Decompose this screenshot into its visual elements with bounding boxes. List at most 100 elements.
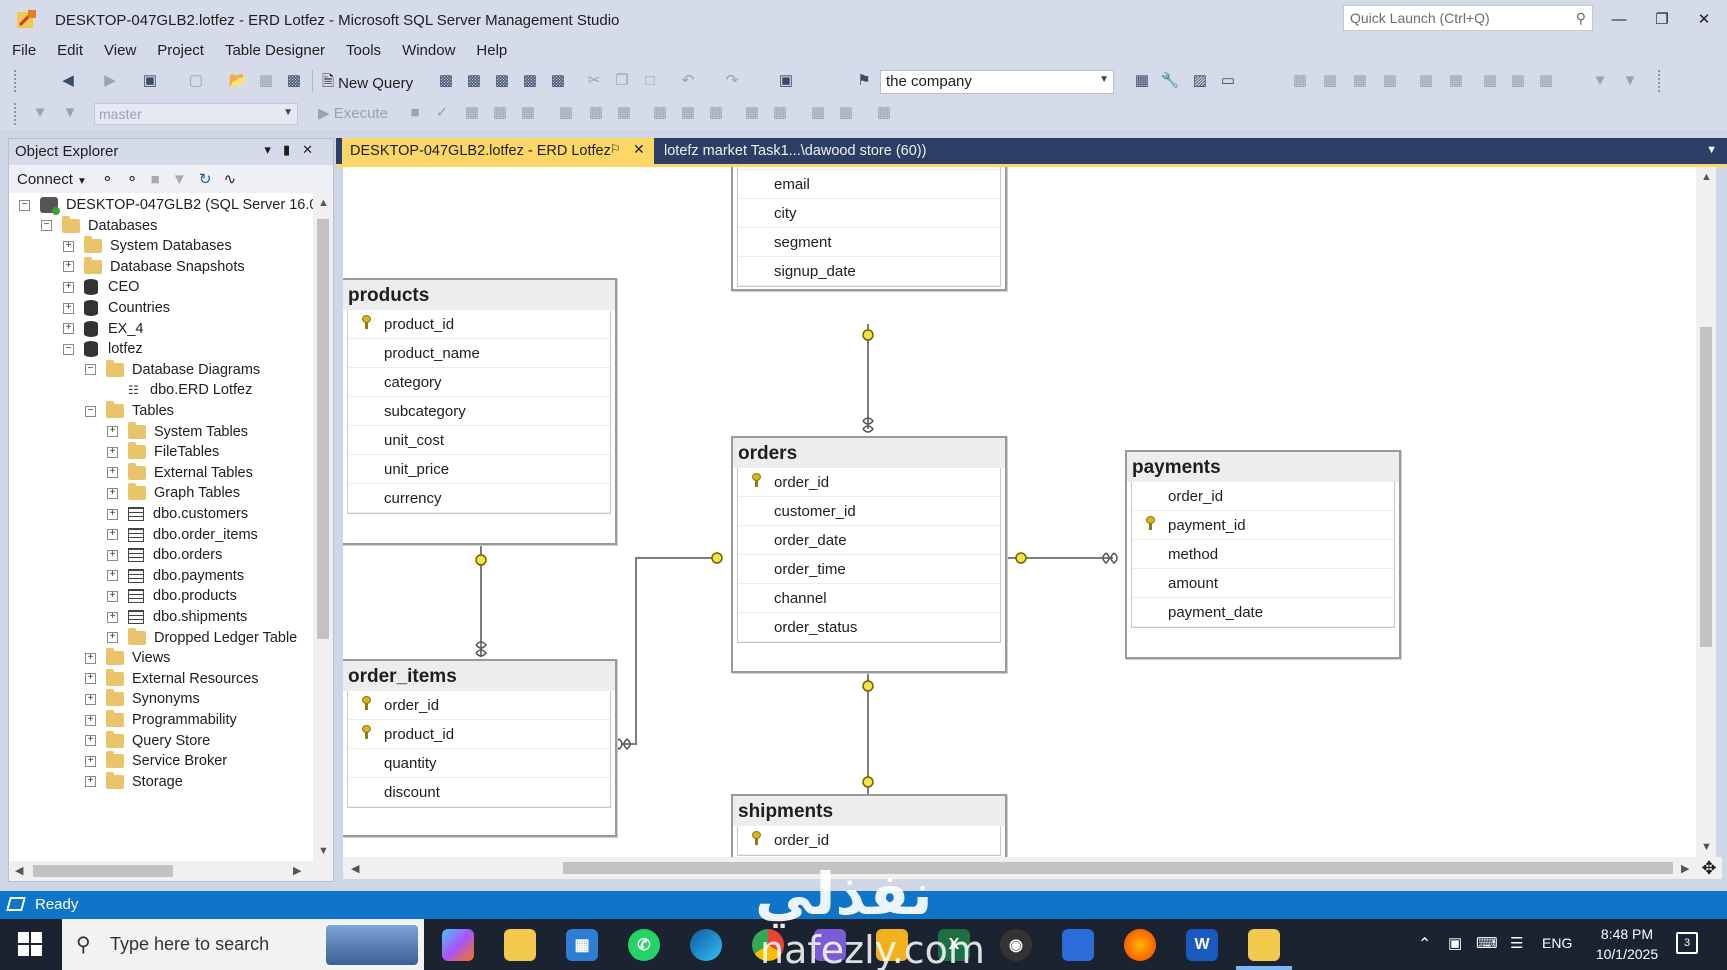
column-row[interactable]: channel [738, 584, 1000, 613]
notification-center-icon[interactable]: 3 [1676, 932, 1698, 954]
column-row[interactable]: unit_price [348, 455, 610, 484]
column-row[interactable]: order_time [738, 555, 1000, 584]
expand-icon[interactable]: + [107, 570, 118, 582]
column-row[interactable]: product_name [348, 339, 610, 368]
menu-tools[interactable]: Tools [346, 40, 392, 64]
redo-icon[interactable]: ↷ [722, 71, 742, 91]
new-query-button[interactable]: 🗎 New Query [322, 71, 413, 96]
menu-help[interactable]: Help [476, 40, 518, 64]
open-file-icon[interactable]: 📂 [228, 71, 248, 91]
column-row[interactable]: signup_date [738, 257, 1000, 286]
solution-explorer-icon[interactable]: ▦ [1132, 71, 1152, 91]
scroll-thumb[interactable] [33, 865, 173, 877]
column-row[interactable]: currency [348, 484, 610, 513]
tree-node[interactable]: + dbo.order_items [107, 524, 258, 546]
expand-icon[interactable]: + [107, 632, 118, 644]
edge-icon[interactable] [690, 929, 722, 961]
connect-plug-icon[interactable]: ⚬ [101, 171, 114, 188]
column-row[interactable]: city [738, 199, 1000, 228]
tree-node[interactable]: + EX_4 [63, 318, 143, 340]
tab-erd-lotfez[interactable]: DESKTOP-047GLB2.lotfez - ERD Lotfez ⚐ ✕ [342, 138, 654, 164]
available-databases-combo[interactable]: master ▼ [94, 103, 298, 125]
diagram-horizontal-scrollbar[interactable]: ◀ ▶ [343, 857, 1696, 879]
dmx-query-icon[interactable]: ▩ [492, 71, 512, 91]
microsoft-store-icon[interactable]: ▦ [566, 929, 598, 961]
tree-node[interactable]: − DESKTOP-047GLB2 (SQL Server 16.0.1 [19, 194, 314, 216]
database-engine-query-icon[interactable]: ▩ [436, 71, 456, 91]
column-row[interactable]: customer_id [738, 497, 1000, 526]
uncomment-icon[interactable]: ▦ [742, 103, 762, 123]
expand-icon[interactable]: + [63, 281, 74, 293]
table-view-icon[interactable]: ▦ [1380, 71, 1400, 91]
back-icon[interactable]: ◀ [58, 71, 78, 91]
object-explorer-horizontal-scrollbar[interactable]: ◀ ▶ [9, 861, 333, 881]
tree-node[interactable]: + FileTables [107, 441, 219, 463]
column-row[interactable]: quantity [348, 749, 610, 778]
taskbar-search-input[interactable]: ⚲ Type here to search [62, 919, 424, 970]
filter-icon[interactable]: ▼ [1590, 71, 1610, 91]
azure-data-studio-icon[interactable] [1062, 929, 1094, 961]
results-to-grid-icon[interactable]: ▦ [650, 103, 670, 123]
column-row[interactable]: method [1132, 540, 1394, 569]
restore-button[interactable]: ❐ [1644, 6, 1680, 32]
expand-icon[interactable]: + [63, 323, 74, 335]
column-row[interactable]: order_id [1132, 482, 1394, 511]
menu-view[interactable]: View [104, 40, 147, 64]
stop-icon[interactable]: ■ [405, 103, 425, 123]
toolbar-grip[interactable] [14, 103, 18, 125]
expand-icon[interactable]: + [107, 529, 118, 541]
indent-icon[interactable]: ▦ [770, 103, 790, 123]
tree-node[interactable]: + Database Snapshots [63, 256, 245, 278]
menu-edit[interactable]: Edit [57, 40, 94, 64]
stop-icon[interactable]: ■ [151, 171, 160, 188]
obs-icon[interactable]: ◉ [1000, 929, 1032, 961]
tree-node[interactable]: − Databases [41, 215, 157, 237]
table-shipments[interactable]: shipments order_id [731, 794, 1007, 857]
object-explorer-vertical-scrollbar[interactable]: ▲ ▼ [313, 193, 333, 861]
expand-icon[interactable]: + [63, 302, 74, 314]
tree-node[interactable]: + Query Store [85, 730, 210, 752]
expand-icon[interactable]: + [85, 776, 96, 788]
comment-icon[interactable]: ▦ [706, 103, 726, 123]
specify-values-icon[interactable]: ▦ [836, 103, 856, 123]
column-row[interactable]: unit_cost [348, 426, 610, 455]
navigation-move-icon[interactable]: ✥ [1696, 857, 1722, 879]
expand-icon[interactable]: + [107, 549, 118, 561]
language-indicator[interactable]: ENG [1542, 935, 1572, 951]
collapse-icon[interactable]: − [63, 343, 74, 355]
tab-list-dropdown-icon[interactable]: ▼ [1706, 144, 1717, 156]
align-center-icon[interactable]: ▦ [1508, 71, 1528, 91]
collapse-icon[interactable]: − [85, 364, 96, 376]
tree-node[interactable]: + Storage [85, 771, 183, 793]
scroll-down-icon[interactable]: ▼ [1701, 841, 1712, 853]
scroll-left-icon[interactable]: ◀ [15, 864, 23, 877]
column-row[interactable]: discount [348, 778, 610, 807]
display-plan-icon[interactable]: ▦ [462, 103, 482, 123]
include-plan-icon[interactable]: ▦ [556, 103, 576, 123]
client-stats-icon[interactable]: ▦ [586, 103, 606, 123]
tree-node[interactable]: + External Tables [107, 462, 253, 484]
connect-icon[interactable]: ▼ [30, 103, 50, 123]
expand-icon[interactable]: + [85, 693, 96, 705]
scroll-down-icon[interactable]: ▼ [318, 845, 329, 857]
table-products[interactable]: products product_id product_name category s… [343, 278, 617, 545]
input-method-icon[interactable]: ⌨ [1476, 934, 1498, 952]
copy-icon[interactable]: ❐ [612, 71, 632, 91]
tree-node[interactable]: + dbo.customers [107, 503, 248, 525]
activity-monitor-icon[interactable]: ∿ [224, 171, 237, 188]
tree-node[interactable]: + System Tables [107, 421, 248, 443]
relationship-icon[interactable]: ▦ [1416, 71, 1436, 91]
save-icon[interactable]: ▦ [256, 71, 276, 91]
toolbar-grip[interactable] [1658, 70, 1662, 92]
activity-monitor-icon[interactable]: ▣ [776, 71, 796, 91]
refresh-icon[interactable]: ↻ [199, 171, 212, 188]
collapse-icon[interactable]: − [85, 405, 96, 417]
column-row[interactable]: order_id [738, 468, 1000, 497]
scroll-left-icon[interactable]: ◀ [351, 862, 359, 875]
grid-icon[interactable]: ▦ [1320, 71, 1340, 91]
menu-file[interactable]: File [12, 40, 47, 64]
tree-node[interactable]: − lotfez [63, 338, 143, 360]
tree-node[interactable]: + dbo.orders [107, 544, 222, 566]
tree-node[interactable]: + Countries [63, 297, 170, 319]
scroll-right-icon[interactable]: ▶ [1681, 862, 1689, 875]
